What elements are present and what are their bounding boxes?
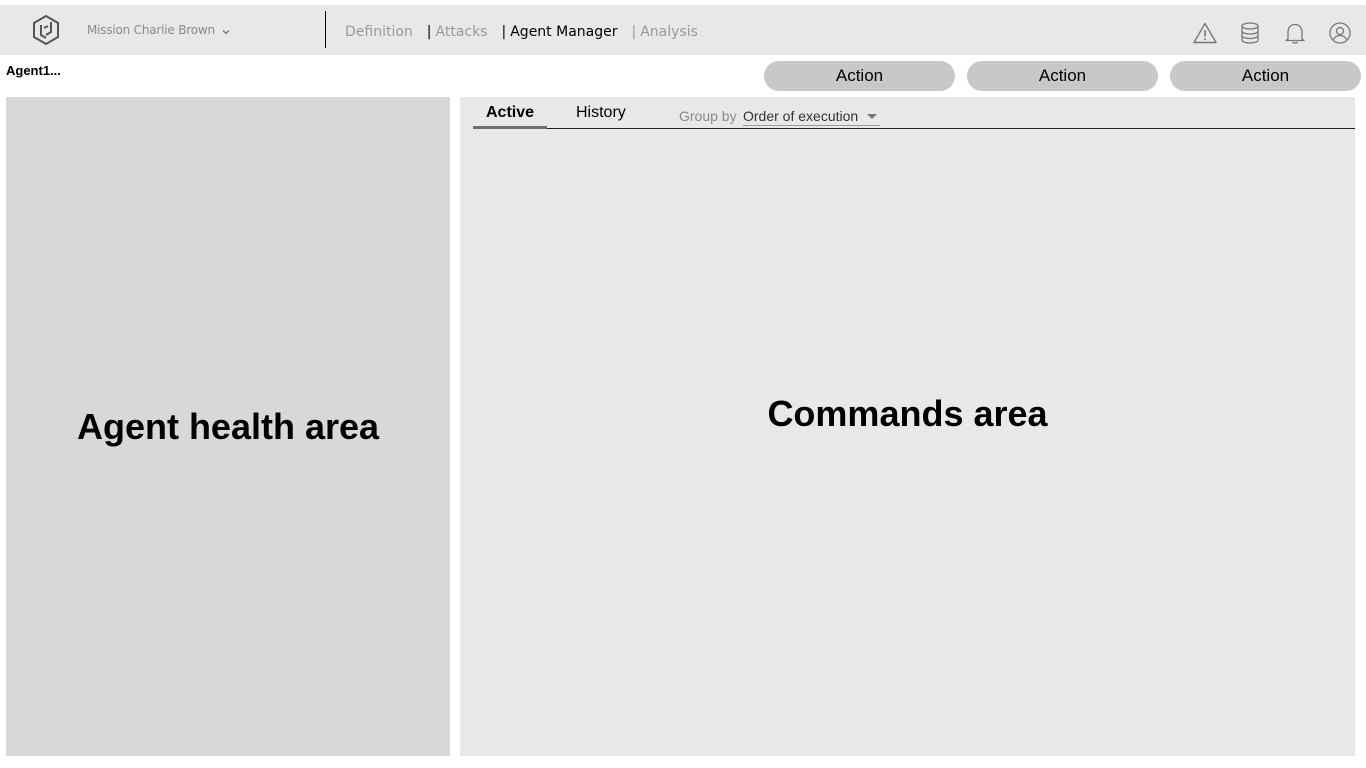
tab-baseline xyxy=(473,128,1355,129)
tab-active-indicator xyxy=(473,126,547,129)
nav-agent-manager[interactable]: Agent Manager xyxy=(510,24,617,40)
nav-analysis[interactable]: Analysis xyxy=(640,24,698,40)
hexagon-logo-icon[interactable] xyxy=(31,14,61,46)
nav-separator: | xyxy=(501,24,507,40)
main-nav: Definition | Attacks | Agent Manager | A… xyxy=(345,22,698,42)
database-icon[interactable] xyxy=(1238,21,1262,45)
commands-area: Active History Group by Order of executi… xyxy=(460,97,1355,756)
warning-icon[interactable] xyxy=(1193,21,1217,45)
top-bar: Mission Charlie Brown Definition | Attac… xyxy=(0,5,1366,55)
agent-health-label: Agent health area xyxy=(76,405,380,447)
tab-active[interactable]: Active xyxy=(486,104,534,122)
action-button-1[interactable]: Action xyxy=(764,61,955,91)
action-button-2[interactable]: Action xyxy=(967,61,1158,91)
header-divider xyxy=(325,11,326,48)
nav-definition[interactable]: Definition xyxy=(345,24,413,40)
page: Mission Charlie Brown Definition | Attac… xyxy=(0,0,1366,768)
nav-attacks[interactable]: Attacks xyxy=(436,24,488,40)
nav-separator: | xyxy=(426,24,432,40)
group-by-value: Order of execution xyxy=(743,108,859,124)
agent-name: Agent1... xyxy=(6,63,61,78)
group-by-label: Group by xyxy=(679,108,737,124)
header-icons xyxy=(1193,21,1352,45)
dropdown-caret-icon xyxy=(867,114,877,119)
group-by-select[interactable]: Order of execution xyxy=(743,106,880,126)
agent-health-area: Agent health area xyxy=(6,97,450,756)
chevron-down-icon[interactable] xyxy=(220,25,232,37)
tab-history[interactable]: History xyxy=(576,104,626,122)
bell-icon[interactable] xyxy=(1283,21,1307,45)
action-button-3[interactable]: Action xyxy=(1170,61,1361,91)
user-icon[interactable] xyxy=(1328,21,1352,45)
commands-label: Commands area xyxy=(767,393,1048,434)
nav-separator: | xyxy=(631,24,637,40)
commands-tab-bar: Active History Group by Order of executi… xyxy=(460,97,1355,130)
mission-selector[interactable]: Mission Charlie Brown xyxy=(87,23,215,37)
